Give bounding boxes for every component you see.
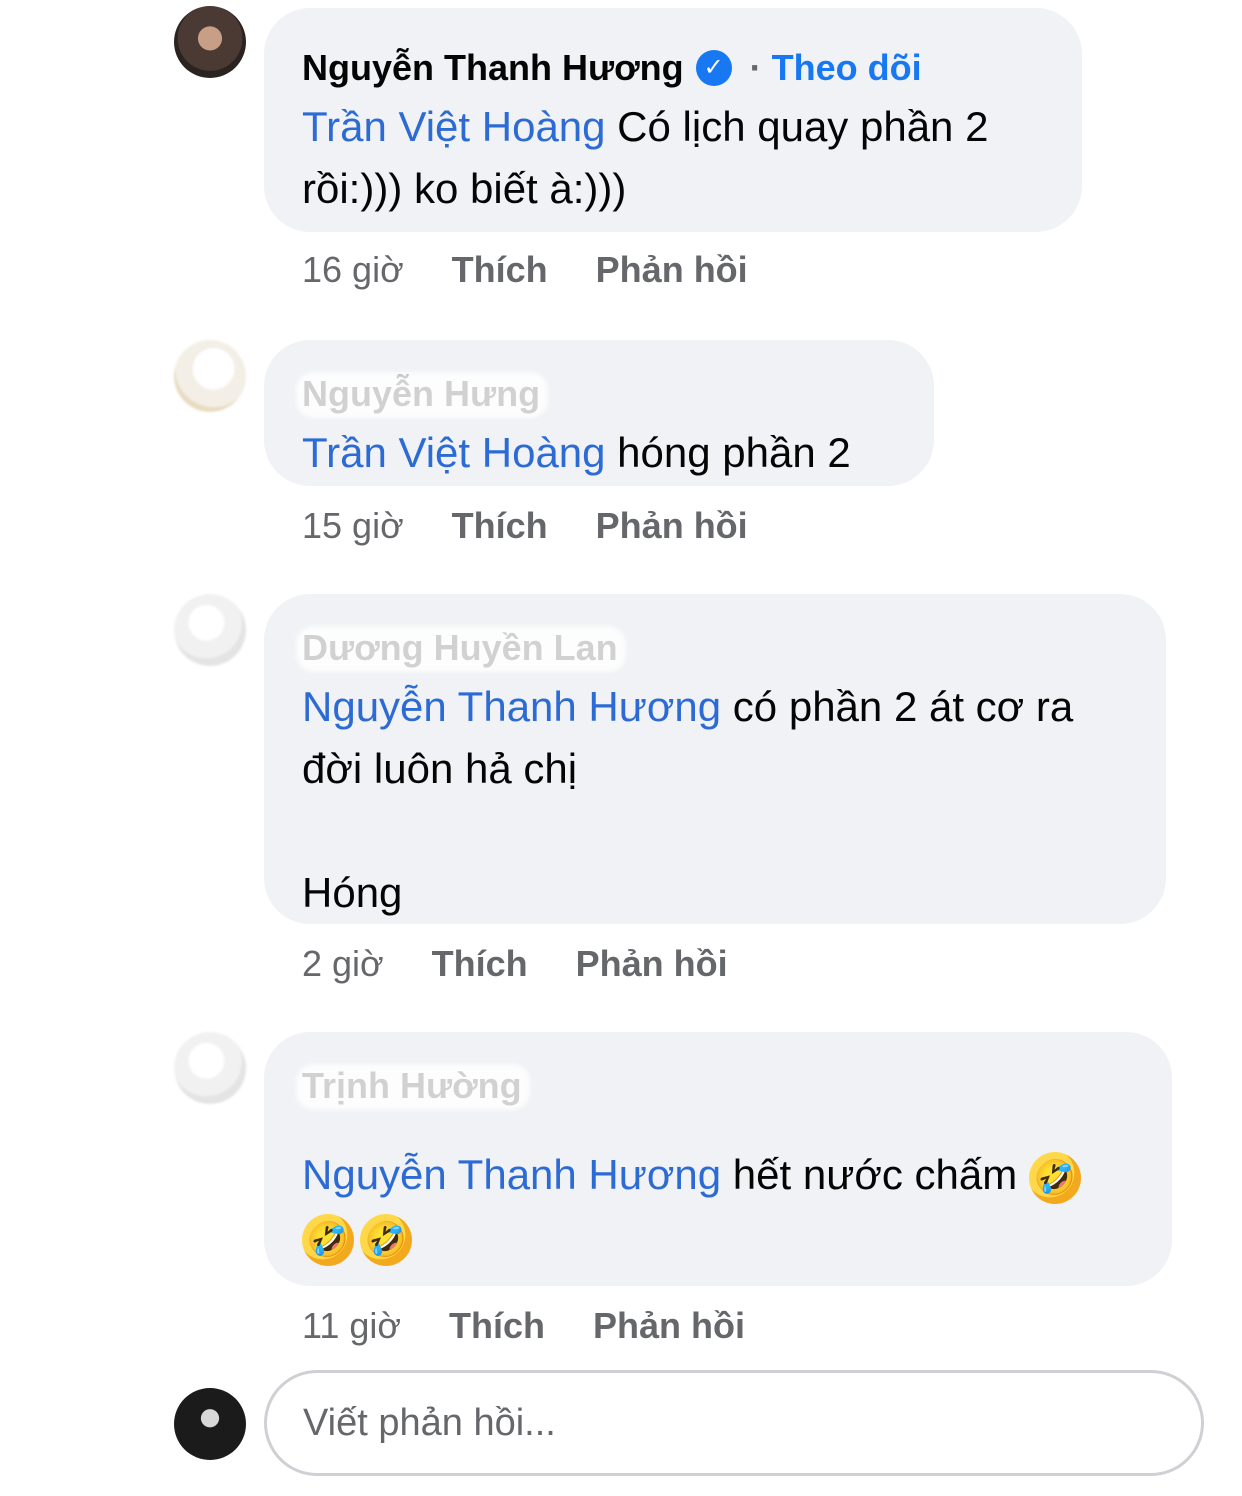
like-button[interactable]: Thích	[452, 504, 548, 548]
comment-actions: 16 giờ Thích Phản hồi	[302, 248, 748, 292]
like-button[interactable]: Thích	[449, 1304, 545, 1348]
comment-bubble: Nguyễn Hưng Trần Việt Hoàng hóng phần 2	[264, 340, 934, 486]
avatar[interactable]	[174, 340, 246, 412]
comment-author[interactable]: Trịnh Hường	[302, 1058, 522, 1114]
comment-time[interactable]: 15 giờ	[302, 504, 404, 548]
current-user-avatar[interactable]	[174, 1388, 246, 1460]
reply-button[interactable]: Phản hồi	[596, 248, 748, 292]
laughing-emoji-icon: 🤣	[302, 1213, 354, 1266]
mention-link[interactable]: Trần Việt Hoàng	[302, 103, 606, 150]
comment-time[interactable]: 16 giờ	[302, 248, 404, 292]
comment-body-line2: rồi:))) ko biết à:)))	[302, 165, 627, 212]
avatar[interactable]	[174, 6, 246, 78]
comment-actions: 15 giờ Thích Phản hồi	[302, 504, 748, 548]
comment-actions: 2 giờ Thích Phản hồi	[302, 942, 728, 986]
comment-header: Dương Huyền Lan	[302, 620, 1128, 676]
avatar[interactable]	[174, 594, 246, 666]
comment-time[interactable]: 11 giờ	[302, 1304, 401, 1348]
comment-body-line3: Hóng	[302, 869, 403, 916]
reply-button[interactable]: Phản hồi	[576, 942, 728, 986]
reply-button[interactable]: Phản hồi	[593, 1304, 745, 1348]
comment-text: Nguyễn Thanh Hương có phần 2 át cơ ra đờ…	[302, 676, 1128, 924]
comment-bubble: Nguyễn Thanh Hương ✓ · Theo dõi Trần Việ…	[264, 8, 1082, 232]
comment-header: Nguyễn Thanh Hương ✓ · Theo dõi	[302, 40, 1044, 96]
laughing-emoji-icon: 🤣	[1028, 1151, 1081, 1204]
comment-text: Nguyễn Thanh Hương hết nước chấm 🤣 🤣 🤣	[302, 1144, 1134, 1268]
comment-body: hết nước chấm	[721, 1151, 1018, 1198]
comment-actions: 11 giờ Thích Phản hồi	[302, 1304, 745, 1348]
mention-link[interactable]: Nguyễn Thanh Hương	[302, 1151, 721, 1198]
comment-author[interactable]: Dương Huyền Lan	[302, 620, 618, 676]
comment-header: Nguyễn Hưng	[302, 366, 896, 422]
separator-dot: ·	[749, 47, 762, 88]
comment-body: có phần 2 át cơ ra	[721, 683, 1074, 730]
follow-button[interactable]: Theo dõi	[772, 40, 922, 96]
comment-text: Trần Việt Hoàng hóng phần 2	[302, 422, 896, 484]
like-button[interactable]: Thích	[452, 248, 548, 292]
comment-body: Có lịch quay phần 2	[605, 103, 989, 150]
comment-text: Trần Việt Hoàng Có lịch quay phần 2 rồi:…	[302, 96, 1044, 220]
like-button[interactable]: Thích	[432, 942, 528, 986]
reply-button[interactable]: Phản hồi	[596, 504, 748, 548]
comment-body-line2: đời luôn hả chị	[302, 745, 578, 792]
comment-time[interactable]: 2 giờ	[302, 942, 384, 986]
comment-author[interactable]: Nguyễn Thanh Hương	[302, 40, 684, 96]
comment-author[interactable]: Nguyễn Hưng	[302, 366, 540, 422]
comment-bubble: Trịnh Hường Nguyễn Thanh Hương hết nước …	[264, 1032, 1172, 1286]
avatar[interactable]	[174, 1032, 246, 1104]
verified-badge-icon: ✓	[695, 50, 732, 86]
reply-placeholder: Viết phản hồi...	[303, 1402, 556, 1444]
comment-bubble: Dương Huyền Lan Nguyễn Thanh Hương có ph…	[264, 594, 1166, 924]
reply-input[interactable]: Viết phản hồi...	[264, 1370, 1204, 1476]
comment-header: Trịnh Hường	[302, 1058, 1134, 1114]
mention-link[interactable]: Trần Việt Hoàng	[302, 429, 606, 476]
comment-body: hóng phần 2	[605, 429, 851, 476]
laughing-emoji-icon: 🤣	[360, 1213, 412, 1266]
mention-link[interactable]: Nguyễn Thanh Hương	[302, 683, 721, 730]
